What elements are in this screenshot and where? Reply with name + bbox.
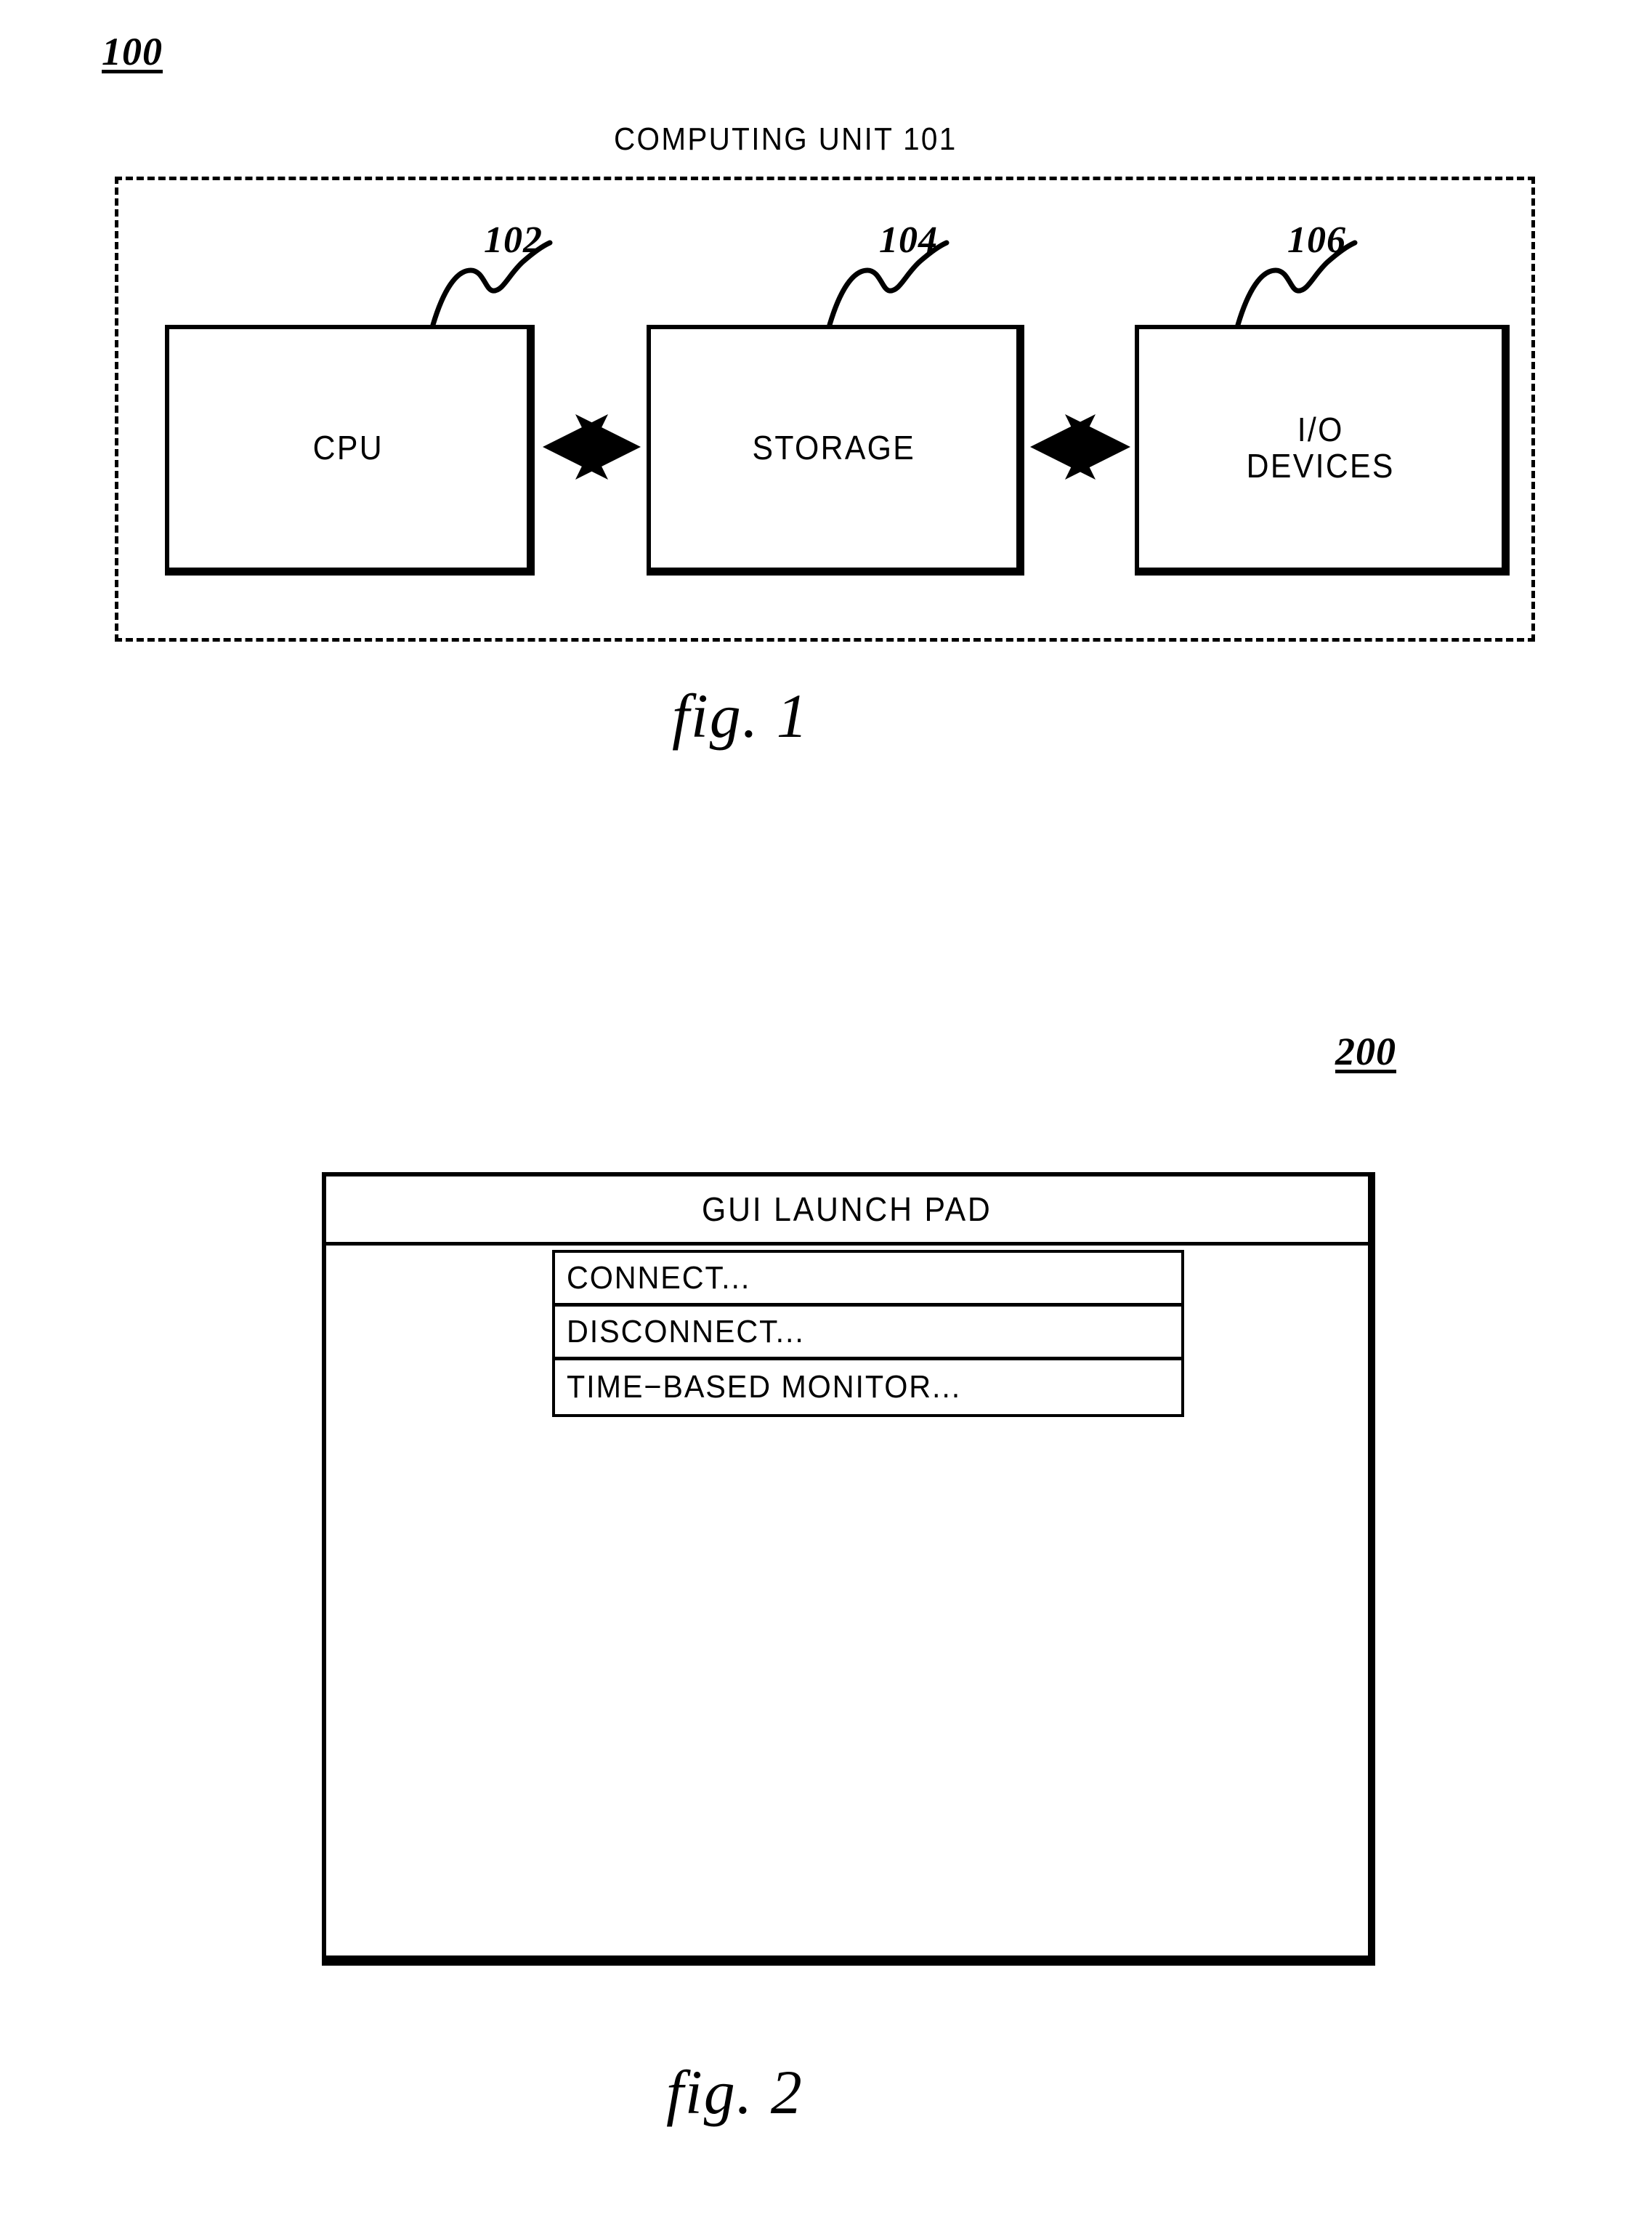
fig1-block-cpu: CPU: [165, 325, 535, 576]
fig1-block-io-devices-label-line2: DEVICES: [1246, 447, 1395, 485]
fig2-menu-item-disconnect[interactable]: DISCONNECT...: [555, 1307, 1181, 1360]
fig1-reference-numeral: 100: [102, 30, 163, 73]
fig1-block-io-devices: I/O DEVICES: [1135, 325, 1510, 576]
fig1-leader-numeral-io: 106: [1287, 219, 1346, 261]
fig2-window-titlebar: GUI LAUNCH PAD: [326, 1176, 1368, 1246]
fig2-menu-item-connect[interactable]: CONNECT...: [555, 1253, 1181, 1307]
fig1-block-cpu-label: CPU: [312, 429, 384, 467]
fig1-enclosure-label: COMPUTING UNIT 101: [614, 121, 957, 157]
fig1-leader-numeral-cpu: 102: [484, 219, 543, 261]
fig1-block-io-devices-label: I/O DEVICES: [1246, 412, 1394, 484]
fig2-window-title: GUI LAUNCH PAD: [702, 1190, 992, 1228]
fig2-reference-numeral: 200: [1335, 1030, 1396, 1073]
fig2-menu-item-time-based-monitor-label: TIME−BASED MONITOR...: [567, 1369, 962, 1405]
fig1-caption: fig. 1: [672, 681, 809, 751]
fig2-gui-launch-pad-window: GUI LAUNCH PAD CONNECT... DISCONNECT... …: [322, 1172, 1375, 1966]
fig2-menu-item-disconnect-label: DISCONNECT...: [567, 1313, 805, 1349]
fig2-dropdown-menu: CONNECT... DISCONNECT... TIME−BASED MONI…: [552, 1250, 1184, 1417]
fig2-caption: fig. 2: [666, 2057, 803, 2127]
fig1-block-storage: STORAGE: [647, 325, 1024, 576]
fig1-block-storage-label: STORAGE: [752, 429, 915, 467]
fig2-menu-item-connect-label: CONNECT...: [567, 1259, 751, 1296]
fig1-leader-numeral-storage: 104: [879, 219, 938, 261]
fig1-block-io-devices-label-line1: I/O: [1297, 411, 1344, 449]
fig2-menu-item-time-based-monitor[interactable]: TIME−BASED MONITOR...: [555, 1360, 1181, 1414]
